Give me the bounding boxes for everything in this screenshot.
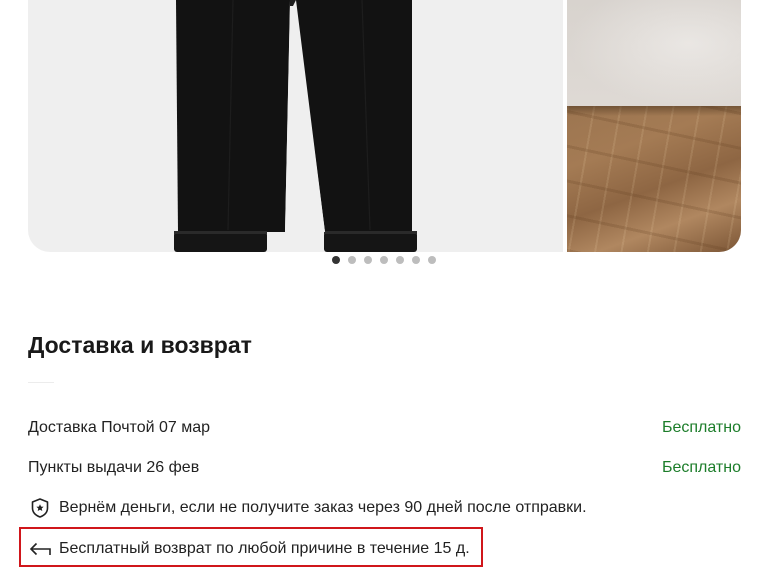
delivery-option-pickup: Пункты выдачи 26 фев Бесплатно bbox=[28, 456, 741, 480]
pagination-dot[interactable] bbox=[412, 256, 420, 264]
delivery-option-price: Бесплатно bbox=[661, 419, 741, 436]
delivery-option-label: Доставка Почтой 07 мар bbox=[28, 419, 211, 436]
black-trousers-image bbox=[174, 0, 417, 252]
pagination-dot[interactable] bbox=[428, 256, 436, 264]
highlight-box bbox=[19, 527, 483, 567]
divider bbox=[28, 382, 54, 383]
shield-icon bbox=[29, 497, 51, 519]
gallery-pagination bbox=[332, 256, 436, 264]
wooden-floor-area bbox=[567, 106, 741, 252]
wall-area bbox=[567, 0, 741, 108]
pagination-dot[interactable] bbox=[380, 256, 388, 264]
pagination-dot[interactable] bbox=[396, 256, 404, 264]
floor-shadow bbox=[567, 106, 741, 116]
pagination-dot[interactable] bbox=[332, 256, 340, 264]
guarantee-text: Вернём деньги, если не получите заказ че… bbox=[59, 499, 587, 516]
pagination-dot[interactable] bbox=[348, 256, 356, 264]
section-title: Доставка и возврат bbox=[28, 332, 252, 358]
pagination-dot[interactable] bbox=[364, 256, 372, 264]
product-image-next[interactable] bbox=[567, 0, 741, 252]
money-back-guarantee: Вернём деньги, если не получите заказ че… bbox=[29, 496, 587, 520]
delivery-option-mail: Доставка Почтой 07 мар Бесплатно bbox=[28, 416, 741, 440]
delivery-option-label: Пункты выдачи 26 фев bbox=[28, 459, 200, 476]
product-image-main[interactable] bbox=[28, 0, 563, 252]
delivery-option-price: Бесплатно bbox=[661, 459, 741, 476]
product-image-gallery[interactable] bbox=[28, 0, 741, 252]
